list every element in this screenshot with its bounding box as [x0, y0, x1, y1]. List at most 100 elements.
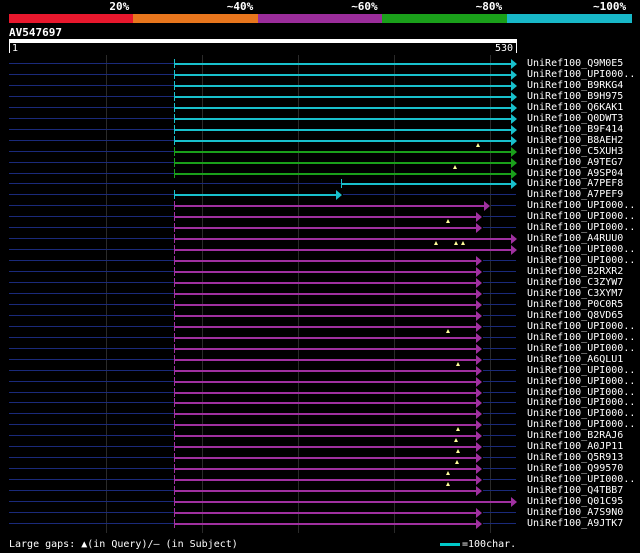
hit-label[interactable]: UniRef100_UPI000.. [527, 332, 635, 343]
query-gap-icon [461, 241, 465, 245]
legend-label: ~100% [593, 0, 627, 13]
alignment-bar[interactable] [174, 457, 477, 459]
alignment-bar[interactable] [174, 381, 477, 383]
hit-label[interactable]: UniRef100_UPI000.. [527, 69, 635, 80]
hit-label[interactable]: UniRef100_P0C0R5 [527, 299, 623, 310]
alignment-bar[interactable] [174, 446, 477, 448]
alignment-bar[interactable] [174, 194, 337, 196]
alignment-bar[interactable] [174, 392, 477, 394]
alignment-bar[interactable] [174, 337, 477, 339]
hit-label[interactable]: UniRef100_Q99570 [527, 463, 623, 474]
hit-label[interactable]: UniRef100_Q4TBB7 [527, 485, 623, 496]
alignment-bar[interactable] [174, 402, 477, 404]
alignment-arrow-icon [476, 355, 482, 365]
alignment-bar[interactable] [174, 326, 477, 328]
unaligned-region [483, 446, 516, 447]
alignment-bar[interactable] [174, 260, 477, 262]
hit-label[interactable]: UniRef100_B2RAJ6 [527, 430, 623, 441]
alignment-bar[interactable] [174, 315, 477, 317]
alignment-bar[interactable] [174, 85, 512, 87]
alignment-bar[interactable] [174, 370, 477, 372]
alignment-bar[interactable] [174, 359, 477, 361]
alignment-bar[interactable] [174, 293, 477, 295]
alignment-arrow-icon [476, 388, 482, 398]
alignment-bar[interactable] [174, 424, 477, 426]
alignment-bar[interactable] [174, 501, 512, 503]
alignment-arrow-icon [476, 256, 482, 266]
hit-label[interactable]: UniRef100_A7PEF9 [527, 189, 623, 200]
alignment-bar[interactable] [174, 173, 512, 175]
hit-label[interactable]: UniRef100_UPI000.. [527, 222, 635, 233]
hit-label[interactable]: UniRef100_A4RUU0 [527, 233, 623, 244]
hit-label[interactable]: UniRef100_UPI000.. [527, 211, 635, 222]
hit-label[interactable]: UniRef100_UPI000.. [527, 365, 635, 376]
query-gap-icon [454, 241, 458, 245]
hit-label[interactable]: UniRef100_Q0DWT3 [527, 113, 623, 124]
alignment-bar[interactable] [174, 435, 477, 437]
hit-label[interactable]: UniRef100_UPI000.. [527, 321, 635, 332]
alignment-bar[interactable] [174, 107, 512, 109]
alignment-bar[interactable] [174, 74, 512, 76]
hit-label[interactable]: UniRef100_B9RKG4 [527, 80, 623, 91]
hit-label[interactable]: UniRef100_A9TEG7 [527, 157, 623, 168]
alignment-arrow-icon [511, 70, 517, 80]
hit-label[interactable]: UniRef100_UPI000.. [527, 474, 635, 485]
alignment-bar[interactable] [174, 205, 485, 207]
hit-label[interactable]: UniRef100_UPI000.. [527, 376, 635, 387]
hit-label[interactable]: UniRef100_A7S9N0 [527, 507, 623, 518]
alignment-bar[interactable] [174, 238, 512, 240]
alignment-bar[interactable] [174, 216, 477, 218]
hit-label[interactable]: UniRef100_Q01C95 [527, 496, 623, 507]
alignment-arrow-icon [476, 366, 482, 376]
hit-label[interactable]: UniRef100_C3ZYW7 [527, 277, 623, 288]
hit-label[interactable]: UniRef100_UPI000.. [527, 343, 635, 354]
alignment-bar[interactable] [174, 129, 512, 131]
alignment-arrow-icon [511, 234, 517, 244]
hit-label[interactable]: UniRef100_A6QLU1 [527, 354, 623, 365]
hit-label[interactable]: UniRef100_UPI000.. [527, 408, 635, 419]
hit-label[interactable]: UniRef100_Q9M0E5 [527, 58, 623, 69]
alignment-bar[interactable] [174, 118, 512, 120]
alignment-bar[interactable] [174, 304, 477, 306]
hit-label[interactable]: UniRef100_UPI000.. [527, 200, 635, 211]
alignment-bar[interactable] [174, 348, 477, 350]
hit-label[interactable]: UniRef100_UPI000.. [527, 419, 635, 430]
unaligned-region [483, 370, 516, 371]
hit-label[interactable]: UniRef100_B9H975 [527, 91, 623, 102]
alignment-bar[interactable] [174, 413, 477, 415]
alignment-bar[interactable] [174, 151, 512, 153]
alignment-bar[interactable] [174, 490, 477, 492]
alignment-bar[interactable] [174, 271, 477, 273]
alignment-bar[interactable] [174, 479, 477, 481]
alignment-bar[interactable] [174, 96, 512, 98]
alignment-bar[interactable] [174, 63, 512, 65]
alignment-bar[interactable] [174, 162, 512, 164]
alignment-bar[interactable] [174, 282, 477, 284]
alignment-bar[interactable] [174, 227, 477, 229]
hit-label[interactable]: UniRef100_A0JP11 [527, 441, 623, 452]
hit-label[interactable]: UniRef100_C5XUH3 [527, 146, 623, 157]
hit-label[interactable]: UniRef100_UPI000.. [527, 397, 635, 408]
hit-label[interactable]: UniRef100_A9JTK7 [527, 518, 623, 529]
alignment-bar[interactable] [174, 523, 477, 525]
query-gap-icon [446, 329, 450, 333]
grid-line [490, 55, 491, 533]
alignment-bar[interactable] [174, 512, 477, 514]
hit-label[interactable]: UniRef100_B8AEH2 [527, 135, 623, 146]
hit-label[interactable]: UniRef100_Q5R913 [527, 452, 623, 463]
hit-label[interactable]: UniRef100_UPI000.. [527, 255, 635, 266]
unaligned-region [9, 402, 174, 403]
query-gap-icon [456, 449, 460, 453]
alignment-bar[interactable] [341, 183, 512, 185]
hit-label[interactable]: UniRef100_Q8VD65 [527, 310, 623, 321]
hit-label[interactable]: UniRef100_C3XYM7 [527, 288, 623, 299]
hit-label[interactable]: UniRef100_A7PEF8 [527, 178, 623, 189]
hit-label[interactable]: UniRef100_Q6KAK1 [527, 102, 623, 113]
hit-label[interactable]: UniRef100_B9F414 [527, 124, 623, 135]
alignment-bar[interactable] [174, 249, 512, 251]
hit-label[interactable]: UniRef100_UPI000.. [527, 244, 635, 255]
alignment-bar[interactable] [174, 140, 512, 142]
alignment-bar[interactable] [174, 468, 477, 470]
hit-label[interactable]: UniRef100_B2RXR2 [527, 266, 623, 277]
unaligned-region [9, 216, 174, 217]
